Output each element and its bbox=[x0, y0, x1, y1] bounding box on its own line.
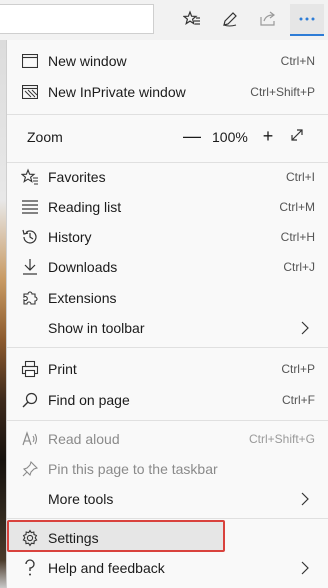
zoom-value: 100% bbox=[212, 129, 248, 145]
print-icon bbox=[21, 360, 39, 378]
menu-item-label: Favorites bbox=[48, 169, 106, 185]
help-icon bbox=[21, 559, 39, 577]
divider bbox=[7, 518, 328, 519]
shortcut: Ctrl+Shift+P bbox=[250, 85, 315, 99]
menu-item-history[interactable]: History Ctrl+H bbox=[7, 222, 328, 252]
fullscreen-icon[interactable] bbox=[289, 127, 309, 147]
divider bbox=[7, 114, 328, 115]
shortcut: Ctrl+H bbox=[280, 230, 315, 244]
pen-icon[interactable] bbox=[216, 5, 244, 33]
inprivate-window-icon bbox=[21, 83, 39, 101]
reading-list-icon bbox=[21, 198, 39, 216]
menu-item-label: Reading list bbox=[48, 199, 122, 215]
menu-item-label: Pin this page to the taskbar bbox=[48, 461, 218, 477]
menu-item-reading-list[interactable]: Reading list Ctrl+M bbox=[7, 192, 328, 222]
gear-icon bbox=[21, 529, 39, 547]
search-icon bbox=[21, 391, 39, 409]
menu-item-label: Settings bbox=[48, 530, 99, 546]
download-icon bbox=[21, 258, 39, 276]
menu-item-label: New InPrivate window bbox=[48, 84, 186, 100]
menu-item-pin-taskbar: Pin this page to the taskbar bbox=[7, 454, 328, 484]
zoom-in-button[interactable]: + bbox=[257, 126, 279, 146]
settings-menu: New window Ctrl+N New InPrivate window C… bbox=[6, 40, 328, 588]
chevron-right-icon bbox=[301, 321, 309, 338]
menu-item-label: Help and feedback bbox=[48, 560, 165, 576]
menu-item-downloads[interactable]: Downloads Ctrl+J bbox=[7, 252, 328, 282]
menu-item-read-aloud: Read aloud Ctrl+Shift+G bbox=[7, 424, 328, 454]
zoom-label: Zoom bbox=[27, 129, 63, 145]
menu-item-label: Downloads bbox=[48, 259, 118, 275]
menu-item-favorites[interactable]: Favorites Ctrl+I bbox=[7, 162, 328, 192]
menu-item-label: Show in toolbar bbox=[48, 320, 145, 336]
menu-item-more-tools[interactable]: More tools bbox=[7, 484, 328, 514]
favorites-star-icon[interactable] bbox=[178, 5, 206, 33]
menu-item-label: More tools bbox=[48, 491, 114, 507]
window-icon bbox=[21, 52, 39, 70]
chevron-right-icon bbox=[301, 561, 309, 578]
shortcut: Ctrl+M bbox=[279, 200, 315, 214]
divider bbox=[7, 420, 328, 421]
menu-item-label: Extensions bbox=[48, 290, 117, 306]
divider bbox=[7, 347, 328, 348]
menu-item-label: Print bbox=[48, 361, 77, 377]
menu-item-label: Read aloud bbox=[48, 431, 120, 447]
menu-item-new-window[interactable]: New window Ctrl+N bbox=[7, 46, 328, 76]
history-icon bbox=[21, 228, 39, 246]
extensions-puzzle-icon bbox=[21, 289, 39, 307]
menu-item-print[interactable]: Print Ctrl+P bbox=[7, 354, 328, 384]
favorites-icon bbox=[21, 168, 39, 186]
menu-item-new-inprivate[interactable]: New InPrivate window Ctrl+Shift+P bbox=[7, 77, 328, 107]
shortcut: Ctrl+N bbox=[280, 54, 315, 68]
more-icon[interactable] bbox=[290, 4, 324, 36]
address-bar[interactable] bbox=[0, 4, 154, 34]
menu-item-settings[interactable]: Settings bbox=[7, 523, 328, 553]
zoom-out-button[interactable]: — bbox=[181, 127, 203, 147]
shortcut: Ctrl+F bbox=[282, 393, 315, 407]
chevron-right-icon bbox=[301, 492, 309, 509]
menu-item-find-on-page[interactable]: Find on page Ctrl+F bbox=[7, 385, 328, 415]
shortcut: Ctrl+J bbox=[283, 260, 315, 274]
menu-item-extensions[interactable]: Extensions bbox=[7, 283, 328, 313]
menu-item-label: Find on page bbox=[48, 392, 130, 408]
menu-item-label: New window bbox=[48, 53, 127, 69]
shortcut: Ctrl+I bbox=[285, 170, 315, 184]
pin-icon bbox=[21, 460, 39, 478]
share-icon[interactable] bbox=[254, 5, 282, 33]
menu-item-help[interactable]: Help and feedback bbox=[7, 553, 328, 583]
menu-item-label: History bbox=[48, 229, 92, 245]
menu-item-show-in-toolbar[interactable]: Show in toolbar bbox=[7, 313, 328, 343]
read-aloud-icon bbox=[21, 430, 39, 448]
browser-toolbar bbox=[0, 0, 328, 40]
shortcut: Ctrl+Shift+G bbox=[248, 432, 315, 446]
shortcut: Ctrl+P bbox=[281, 362, 315, 376]
